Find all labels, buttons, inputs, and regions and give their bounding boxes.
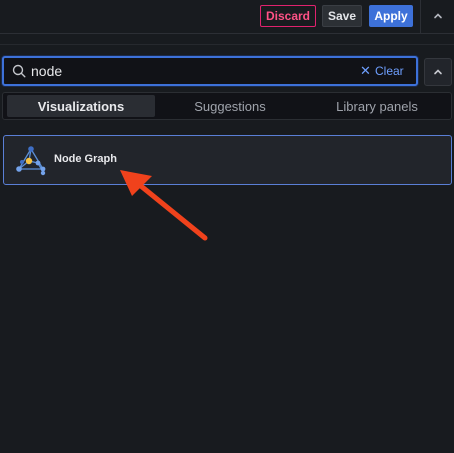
close-icon[interactable]: ✕	[360, 63, 371, 79]
tab-visualizations[interactable]: Visualizations	[7, 95, 155, 117]
annotation-arrow	[120, 170, 208, 241]
save-button[interactable]: Save	[322, 5, 362, 27]
section-divider	[0, 44, 454, 45]
collapse-options-button[interactable]	[426, 4, 450, 28]
toolbar-divider	[420, 0, 421, 34]
visualization-item-node-graph[interactable]: Node Graph	[3, 135, 452, 185]
search-icon	[12, 64, 26, 78]
tab-suggestions[interactable]: Suggestions	[155, 95, 305, 117]
chevron-up-icon	[434, 69, 442, 75]
visualization-name: Node Graph	[54, 153, 117, 165]
visualization-search: ✕ Clear	[2, 56, 418, 86]
collapse-picker-button[interactable]	[424, 58, 452, 86]
node-graph-icon	[16, 146, 46, 176]
discard-button[interactable]: Discard	[260, 5, 316, 27]
clear-button[interactable]: Clear	[375, 63, 404, 79]
tab-library-panels[interactable]: Library panels	[305, 95, 449, 117]
search-input[interactable]	[31, 60, 331, 82]
picker-tabs: Visualizations Suggestions Library panel…	[2, 92, 452, 120]
chevron-up-icon	[434, 13, 442, 19]
panel-edit-toolbar: Discard Save Apply	[0, 0, 454, 34]
apply-button[interactable]: Apply	[369, 5, 413, 27]
